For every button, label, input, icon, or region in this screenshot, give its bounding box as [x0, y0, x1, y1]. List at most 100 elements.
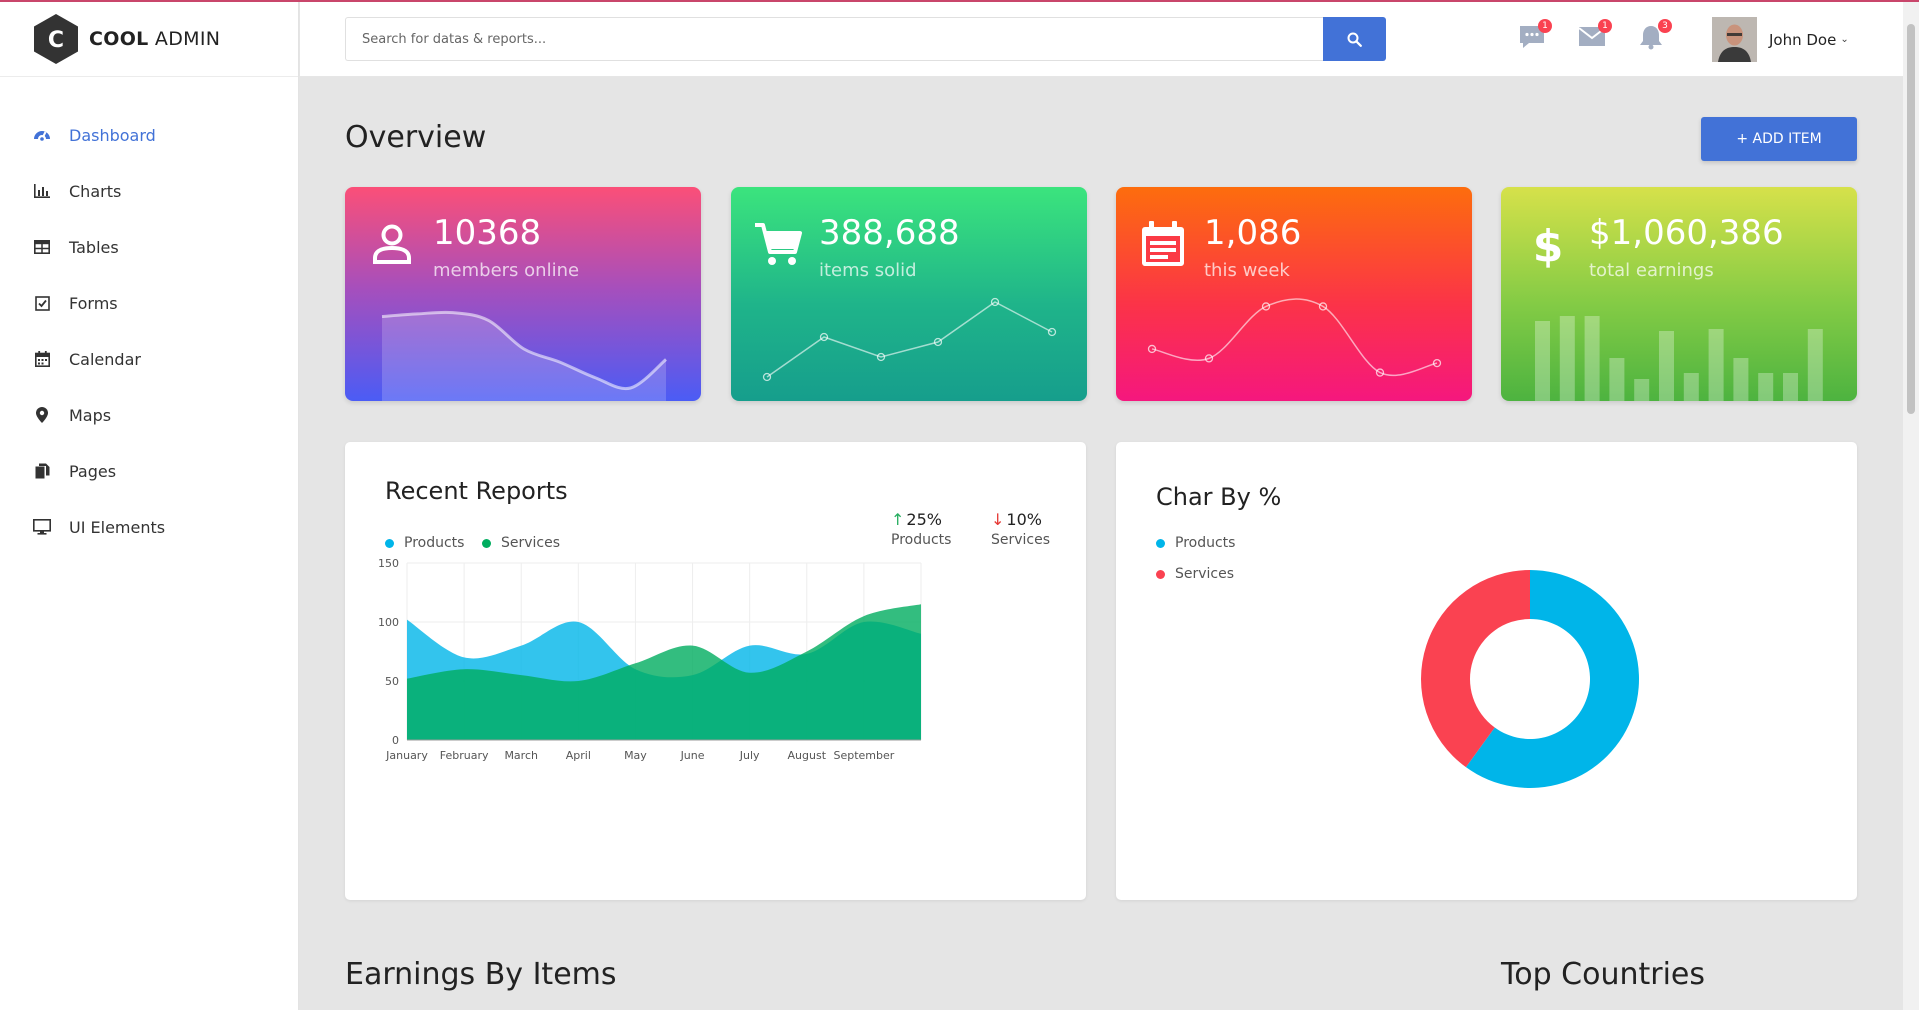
- logo-text: COOL ADMIN: [89, 28, 220, 50]
- search-input[interactable]: [345, 17, 1323, 61]
- comments-badge: 1: [1538, 19, 1552, 33]
- user-name: John Doe: [1769, 30, 1837, 49]
- y-tick-label: 100: [378, 616, 399, 629]
- sidebar-item-label: Dashboard: [69, 125, 156, 145]
- user-menu[interactable]: John Doe ⌄: [1712, 17, 1849, 62]
- earnings-bar: [1584, 316, 1600, 401]
- stat-value: $1,060,386: [1589, 213, 1784, 253]
- chevron-down-icon: ⌄: [1840, 34, 1849, 45]
- x-tick-label: January: [385, 749, 428, 762]
- copy-icon: [33, 462, 51, 480]
- stat-value: 388,688: [819, 213, 960, 253]
- earnings-bar: [1733, 358, 1749, 401]
- sidebar-item-charts[interactable]: Charts: [0, 163, 298, 219]
- sidebar-item-forms[interactable]: Forms: [0, 275, 298, 331]
- earnings-bar: [1807, 329, 1823, 401]
- logo-letter: C: [48, 28, 64, 53]
- y-tick-label: 150: [378, 557, 399, 570]
- stat-label: total earnings: [1589, 260, 1714, 281]
- recent-reports-card: Recent Reports Products Services ↑ 25% Pr…: [345, 442, 1086, 900]
- x-tick-label: February: [440, 749, 489, 762]
- sidebar-item-maps[interactable]: Maps: [0, 387, 298, 443]
- table-icon: [33, 238, 51, 256]
- sidebar-item-label: Pages: [69, 461, 117, 481]
- stat-label: items solid: [819, 260, 917, 281]
- map-marker-icon: [33, 406, 51, 424]
- earnings-bar: [1783, 373, 1798, 401]
- sidebar-item-ui-elements[interactable]: UI Elements: [0, 499, 298, 555]
- earnings-bar: [1708, 329, 1724, 401]
- x-tick-label: August: [788, 749, 827, 762]
- earnings-bar: [1609, 358, 1625, 401]
- sidebar-item-tables[interactable]: Tables: [0, 219, 298, 275]
- logo[interactable]: C COOL ADMIN: [0, 2, 298, 77]
- sidebar-item-label: Tables: [69, 237, 119, 257]
- checkbox-icon: [33, 294, 51, 312]
- sidebar-item-label: Charts: [69, 181, 122, 201]
- sidebar-item-label: Maps: [69, 405, 112, 425]
- bell-notification[interactable]: 3: [1638, 19, 1672, 54]
- add-item-button[interactable]: + ADD ITEM: [1701, 117, 1857, 161]
- earnings-bar: [1634, 379, 1650, 401]
- x-tick-label: April: [566, 749, 591, 762]
- svg-text:$: $: [1533, 221, 1564, 269]
- search-button[interactable]: [1323, 17, 1386, 61]
- x-tick-label: June: [680, 749, 705, 762]
- sidebar: C COOL ADMIN Dashboard Charts Tables For…: [0, 2, 299, 1010]
- week-line: [1151, 298, 1438, 377]
- x-tick-label: July: [739, 749, 760, 762]
- stat-card-earnings: $ $1,060,386 total earnings: [1501, 187, 1857, 401]
- sidebar-nav: Dashboard Charts Tables Forms Calendar M…: [0, 77, 298, 555]
- sidebar-item-dashboard[interactable]: Dashboard: [0, 107, 298, 163]
- account-icon: [373, 224, 411, 264]
- stat-label: this week: [1204, 260, 1290, 281]
- mail-notification[interactable]: 1: [1578, 19, 1612, 54]
- page-title: Overview: [345, 120, 487, 155]
- vertical-scrollbar[interactable]: [1903, 2, 1919, 1010]
- earnings-bar-chart: [1535, 316, 1823, 401]
- y-tick-label: 0: [392, 734, 399, 747]
- y-tick-label: 50: [385, 675, 399, 688]
- sidebar-item-label: Forms: [69, 293, 118, 313]
- char-by-percent-card: Char By % Products Services: [1116, 442, 1857, 900]
- money-icon: $: [1533, 221, 1564, 269]
- stat-card-members: 10368 members online: [345, 187, 701, 401]
- top-countries-title: Top Countries: [1501, 957, 1706, 992]
- members-area-chart: [381, 310, 667, 401]
- stat-card-week: 1,086 this week: [1116, 187, 1472, 401]
- comments-notification[interactable]: 1: [1518, 19, 1552, 54]
- stat-card-items: 388,688 items solid: [731, 187, 1087, 401]
- stat-value: 10368: [433, 213, 542, 253]
- x-tick-label: September: [833, 749, 894, 762]
- sidebar-item-calendar[interactable]: Calendar: [0, 331, 298, 387]
- earnings-bar: [1559, 316, 1575, 401]
- earnings-bar: [1535, 321, 1550, 401]
- items-line: [766, 301, 1053, 378]
- earnings-bar: [1758, 373, 1774, 401]
- week-line-chart: [1147, 298, 1442, 377]
- avatar: [1712, 17, 1757, 62]
- shopping-cart-icon: [755, 223, 802, 265]
- logo-text-bold: COOL: [89, 28, 149, 50]
- recent-reports-chart: 0 50 100 150 January February March April May Jun…: [378, 557, 922, 762]
- stat-value: 1,086: [1204, 213, 1302, 253]
- search-form: [345, 17, 1386, 61]
- bar-chart-icon: [33, 182, 51, 200]
- logo-text-rest: ADMIN: [148, 28, 221, 50]
- sidebar-item-label: UI Elements: [69, 517, 166, 537]
- calendar-note-icon: [1142, 221, 1184, 266]
- x-tick-label: March: [504, 749, 538, 762]
- items-line-chart: [762, 297, 1057, 382]
- mail-badge: 1: [1598, 19, 1612, 33]
- earnings-bar: [1659, 331, 1674, 401]
- x-tick-label: May: [624, 749, 647, 762]
- search-icon: [1347, 32, 1362, 47]
- donut-chart: [1421, 570, 1639, 788]
- sidebar-item-label: Calendar: [69, 349, 141, 369]
- services-area: [407, 604, 921, 740]
- scrollbar-thumb[interactable]: [1907, 24, 1915, 414]
- desktop-icon: [33, 518, 51, 536]
- logo-hex-icon: C: [34, 14, 78, 64]
- sidebar-item-pages[interactable]: Pages: [0, 443, 298, 499]
- bell-badge: 3: [1658, 19, 1672, 33]
